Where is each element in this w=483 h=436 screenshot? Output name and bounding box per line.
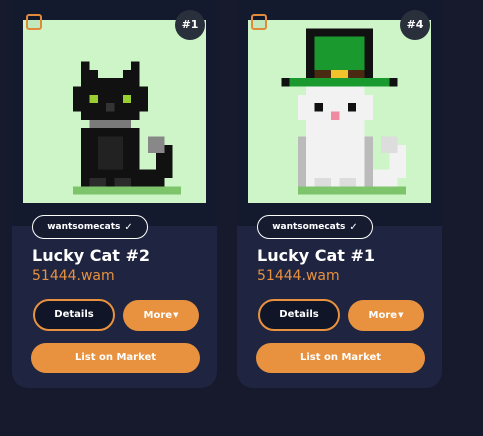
collection-badge[interactable]: wantsomecats ✓ [257, 215, 373, 239]
list-label: List on Market [299, 352, 382, 363]
details-button[interactable]: Details [33, 299, 115, 331]
black-cat-pixel-art [23, 20, 206, 203]
nft-card[interactable]: #1 wantsomecats ✓ Lucky Cat #2 51444.wam… [12, 0, 217, 388]
select-checkbox[interactable] [26, 14, 42, 30]
details-button[interactable]: Details [258, 299, 340, 331]
nft-name: Lucky Cat #2 [32, 246, 151, 265]
details-label: Details [279, 309, 319, 320]
owner-account[interactable]: 51444.wam [32, 268, 115, 284]
list-on-market-button[interactable]: List on Market [256, 343, 425, 373]
white-cat-pixel-art [248, 20, 431, 203]
rank-badge: #4 [400, 10, 430, 40]
collection-badge[interactable]: wantsomecats ✓ [32, 215, 148, 239]
nft-image-black-cat[interactable] [23, 20, 206, 203]
more-label: More [143, 310, 173, 321]
card-image-area: #4 [237, 0, 442, 226]
rank-badge: #1 [175, 10, 205, 40]
list-label: List on Market [74, 352, 157, 363]
owner-account[interactable]: 51444.wam [257, 268, 340, 284]
more-dropdown-button[interactable]: More▼ [123, 300, 199, 331]
nft-card-grid: #1 wantsomecats ✓ Lucky Cat #2 51444.wam… [12, 0, 442, 388]
verified-check-icon: ✓ [124, 221, 133, 233]
nft-card[interactable]: #4 wantsomecats ✓ Lucky Cat #1 51444.wam… [237, 0, 442, 388]
list-on-market-button[interactable]: List on Market [31, 343, 200, 373]
collection-name: wantsomecats [272, 222, 346, 232]
caret-down-icon: ▼ [173, 311, 179, 319]
more-label: More [368, 310, 398, 321]
card-image-area: #1 [12, 0, 217, 226]
select-checkbox[interactable] [251, 14, 267, 30]
details-label: Details [54, 309, 94, 320]
collection-name: wantsomecats [47, 222, 121, 232]
nft-image-white-cat[interactable] [248, 20, 431, 203]
more-dropdown-button[interactable]: More▼ [348, 300, 424, 331]
caret-down-icon: ▼ [398, 311, 404, 319]
verified-check-icon: ✓ [349, 221, 358, 233]
nft-name: Lucky Cat #1 [257, 246, 376, 265]
